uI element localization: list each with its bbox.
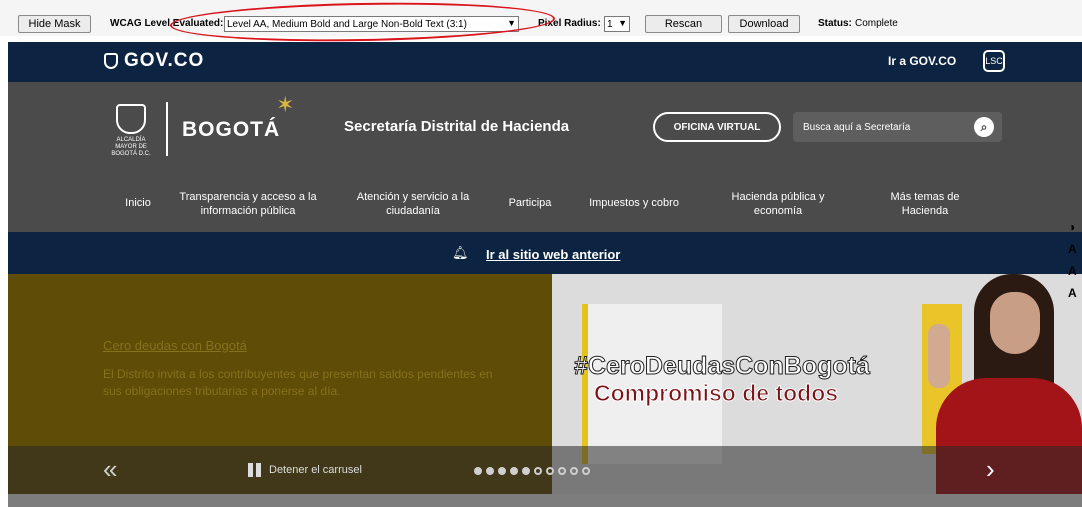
nav-item-mas-temas[interactable]: Más temas de Hacienda [870,190,980,218]
carousel-dot[interactable] [510,467,518,475]
annotation-oval [169,0,556,45]
search-icon[interactable]: ⌕ [974,117,994,137]
bogota-wordmark[interactable]: BOGOTÁ [182,118,280,142]
pixel-radius-value: 1 [607,18,613,30]
carousel-dot[interactable] [582,467,590,475]
site-header: ALCALDÍA MAYOR DE BOGOTÁ D.C. BOGOTÁ ✶ S… [8,82,1082,232]
nav-item-impuestos[interactable]: Impuestos y cobro [574,196,694,210]
font-increase-icon[interactable]: A [1068,264,1082,286]
search-input[interactable]: Busca aquí a Secretaría ⌕ [793,112,1002,142]
accessibility-tools: ◑ A A A [1068,220,1082,308]
pause-label: Detener el carrusel [269,464,362,476]
star-icon: ✶ [276,92,295,117]
chevron-left-icon[interactable]: « [103,454,117,485]
bogota-escudo-logo[interactable]: ALCALDÍA MAYOR DE BOGOTÁ D.C. [108,104,154,157]
oficina-virtual-button[interactable]: OFICINA VIRTUAL [653,112,781,142]
nav-item-transparencia[interactable]: Transparencia y acceso a la información … [168,190,328,218]
notice-bar: 🔔︎ Ir al sitio web anterior [8,232,1082,274]
hide-mask-button[interactable]: Hide Mask [18,15,91,33]
carousel-dot[interactable] [486,467,494,475]
chevron-down-icon: ▼ [618,18,627,28]
hero-carousel: Cero deudas con Bogotá El Distrito invit… [8,274,1082,494]
carousel-dot[interactable] [546,467,554,475]
search-placeholder: Busca aquí a Secretaría [803,121,911,133]
carousel-controls: « Detener el carrusel › [8,446,1082,494]
pixel-radius-select[interactable]: 1 ▼ [604,16,630,32]
nav-item-inicio[interactable]: Inicio [118,196,158,210]
nav-item-hacienda-publica[interactable]: Hacienda pública y economía [713,190,843,218]
rescan-button[interactable]: Rescan [645,15,722,33]
logo-divider [166,102,168,156]
carousel-dot[interactable] [474,467,482,475]
gov-bar: GOV.CO Ir a GOV.CO LSC [8,42,1082,82]
status-value: Complete [855,18,898,29]
nav-item-participa[interactable]: Participa [500,196,560,210]
download-button[interactable]: Download [728,15,800,33]
presenter-face [990,292,1040,354]
main-nav: Inicio Transparencia y acceso a la infor… [8,182,1082,226]
contrast-icon[interactable]: ◑ [1068,220,1082,242]
pause-carousel-button[interactable]: Detener el carrusel [248,463,362,477]
font-decrease-icon[interactable]: A [1068,286,1082,308]
entity-title: Secretaría Distrital de Hacienda [344,118,570,135]
colombia-shield-icon [104,53,118,69]
gov-logo-text: GOV.CO [124,50,205,71]
status-label: Status: [818,18,852,29]
campaign-tagline: Compromiso de todos [593,380,839,407]
slide-description: El Distrito invita a los contribuyentes … [103,367,493,398]
bottom-strip [8,494,1082,507]
carousel-dot[interactable] [570,467,578,475]
previous-site-link[interactable]: Ir al sitio web anterior [486,247,620,262]
carousel-dots [474,467,590,475]
slide-title[interactable]: Cero deudas con Bogotá [103,338,247,353]
carousel-dot[interactable] [522,467,530,475]
campaign-hashtag: #CeroDeudasConBogotá [574,352,871,381]
carousel-dot[interactable] [558,467,566,475]
bell-icon: 🔔︎ [452,245,469,260]
chevron-right-icon[interactable]: › [986,454,995,485]
carousel-dot[interactable] [498,467,506,475]
presenter-hand [928,324,950,388]
pause-icon [248,463,261,477]
sign-language-icon[interactable]: LSC [983,50,1005,72]
carousel-dot[interactable] [534,467,542,475]
go-to-govco-link[interactable]: Ir a GOV.CO [888,54,956,68]
font-size-icon[interactable]: A [1068,242,1082,264]
escudo-icon [116,104,146,134]
gov-logo[interactable]: GOV.CO [104,50,204,72]
nav-item-atencion[interactable]: Atención y servicio a la ciudadanía [348,190,478,218]
escudo-caption: ALCALDÍA MAYOR DE BOGOTÁ D.C. [111,137,151,157]
wcag-toolbar: Hide Mask WCAG Level Evaluated: Level AA… [0,0,1082,45]
